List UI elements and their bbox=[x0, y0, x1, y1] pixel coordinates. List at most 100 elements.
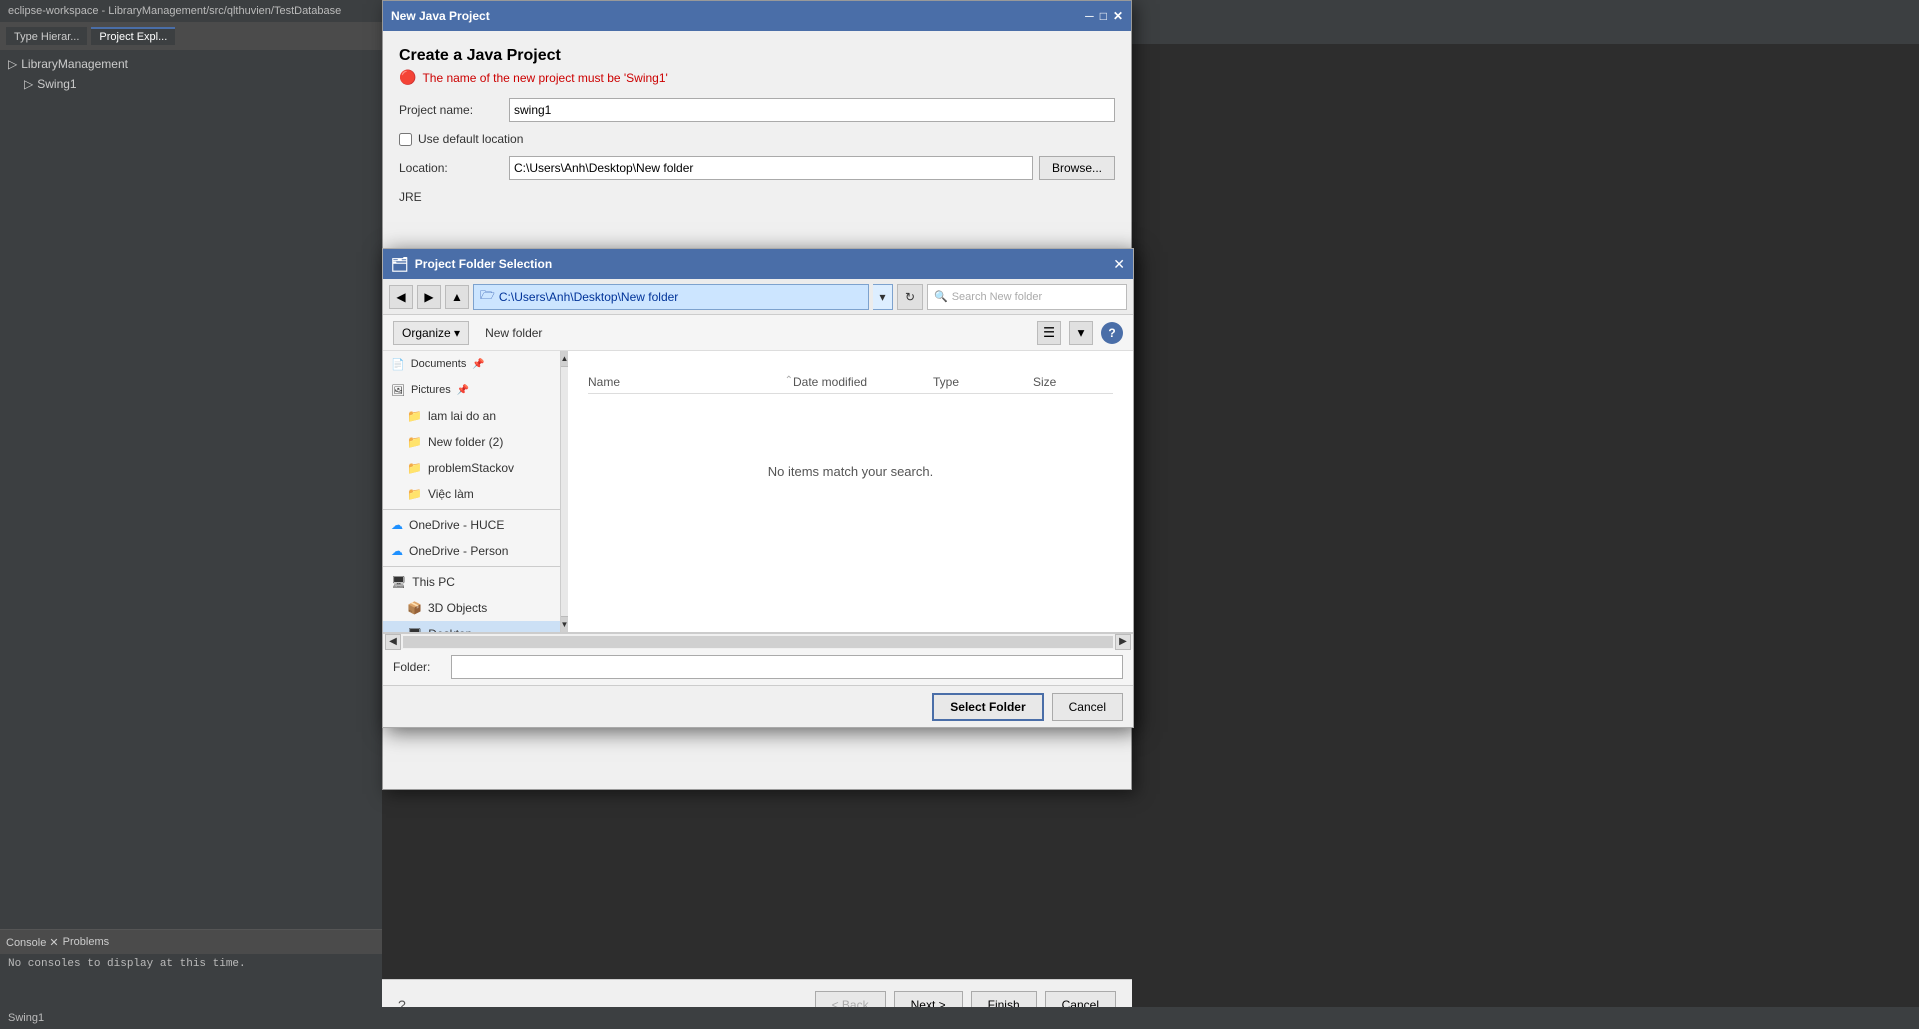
left-nav-onedrive-huce[interactable]: ☁ OneDrive - HUCE bbox=[383, 512, 560, 538]
project-name-row: Project name: bbox=[399, 98, 1115, 122]
eclipse-title: eclipse-workspace - LibraryManagement/sr… bbox=[8, 5, 341, 17]
folder-input-row: Folder: bbox=[383, 649, 1133, 685]
folder-toolbar: ◀ ▶ ▲ 🗁 C:\Users\Anh\Desktop\New folder … bbox=[383, 279, 1133, 315]
cloud-icon-person: ☁ bbox=[391, 544, 403, 558]
folder-name-input[interactable] bbox=[451, 655, 1123, 679]
tab-type-hierarchy[interactable]: Type Hierar... bbox=[6, 27, 87, 45]
refresh-button[interactable]: ↻ bbox=[897, 284, 923, 310]
new-folder-button[interactable]: New folder bbox=[477, 321, 550, 345]
view-options-button[interactable]: ☰ bbox=[1037, 321, 1061, 345]
folder-icon-4: 📁 bbox=[407, 487, 422, 501]
left-nav-lam-lai-do-an[interactable]: 📁 lam lai do an bbox=[383, 403, 560, 429]
new-java-dialog-title: New Java Project ─ □ ✕ bbox=[383, 1, 1131, 31]
address-bar[interactable]: 🗁 C:\Users\Anh\Desktop\New folder bbox=[473, 284, 869, 310]
location-label: Location: bbox=[399, 161, 509, 175]
use-default-location-checkbox[interactable] bbox=[399, 133, 412, 146]
folder-dialog-icon: 🗂 bbox=[391, 256, 409, 273]
scroll-up-arrow[interactable]: ▲ bbox=[561, 351, 568, 367]
folder-icon-2: 📁 bbox=[407, 435, 422, 449]
horizontal-scrollbar[interactable]: ◀ ▶ bbox=[383, 633, 1133, 649]
left-nav-this-pc[interactable]: 🖥 This PC bbox=[383, 569, 560, 595]
left-nav-desktop[interactable]: 🖥 Desktop bbox=[383, 621, 560, 632]
folder-actions-bar: Organize ▾ New folder ☰ ▾ ? bbox=[383, 315, 1133, 351]
left-nav-new-folder-2[interactable]: 📁 New folder (2) bbox=[383, 429, 560, 455]
folder-dialog-buttons: Select Folder Cancel bbox=[383, 685, 1133, 727]
pin-icon-pictures: 📌 bbox=[457, 385, 469, 396]
column-name[interactable]: Name bbox=[588, 375, 785, 389]
scroll-down-arrow[interactable]: ▼ bbox=[561, 616, 568, 632]
left-nav-viec-lam[interactable]: 📁 Việc làm bbox=[383, 481, 560, 507]
console-tab[interactable]: Console ✕ bbox=[6, 936, 59, 949]
this-pc-icon: 🖥 bbox=[391, 575, 406, 589]
desktop-icon: 🖥 bbox=[407, 627, 422, 632]
scroll-left-button[interactable]: ◀ bbox=[385, 634, 401, 650]
project-tree: ▷ LibraryManagement ▷ Swing1 bbox=[0, 50, 382, 98]
address-icon: 🗁 bbox=[480, 286, 495, 307]
jre-section: JRE bbox=[399, 190, 1115, 204]
error-icon: 🔴 bbox=[399, 69, 416, 86]
left-nav-onedrive-person[interactable]: ☁ OneDrive - Person bbox=[383, 538, 560, 564]
column-date[interactable]: Date modified bbox=[793, 375, 933, 389]
status-bar: Swing1 bbox=[0, 1007, 1919, 1029]
side-panel: Type Hierar... Project Expl... ▷ Library… bbox=[0, 22, 382, 1029]
new-java-dialog-close[interactable]: ✕ bbox=[1113, 9, 1123, 23]
folder-dialog-close-button[interactable]: ✕ bbox=[1113, 257, 1125, 271]
3d-objects-icon: 📦 bbox=[407, 601, 422, 615]
folder-selection-dialog: 🗂 Project Folder Selection ✕ ◀ ▶ ▲ 🗁 C:\… bbox=[382, 248, 1134, 728]
organize-button[interactable]: Organize ▾ bbox=[393, 321, 469, 345]
column-headers: Name ⌃ Date modified Type Size bbox=[588, 371, 1113, 394]
search-icon: 🔍 bbox=[934, 290, 948, 303]
default-location-row: Use default location bbox=[399, 132, 1115, 146]
tab-project-explorer[interactable]: Project Expl... bbox=[91, 27, 175, 45]
project-name-input[interactable] bbox=[509, 98, 1115, 122]
left-nav-pictures[interactable]: 🖼 Pictures 📌 bbox=[383, 377, 560, 403]
dialog-error-message: 🔴 The name of the new project must be 'S… bbox=[399, 69, 1115, 86]
folder-icon-3: 📁 bbox=[407, 461, 422, 475]
scroll-right-button[interactable]: ▶ bbox=[1115, 634, 1131, 650]
folder-label: Folder: bbox=[393, 660, 443, 674]
location-input[interactable] bbox=[509, 156, 1033, 180]
no-items-message: No items match your search. bbox=[768, 464, 933, 479]
scroll-track-h bbox=[403, 636, 1113, 648]
side-tab-bar: Type Hierar... Project Expl... bbox=[0, 22, 382, 50]
console-tab-bar: Console ✕ Problems bbox=[0, 930, 382, 954]
left-panel-scrollbar[interactable]: ▲ ▼ bbox=[560, 351, 568, 632]
folder-content-area: Name ⌃ Date modified Type Size No items … bbox=[568, 351, 1133, 632]
left-panel-list: 📄 Documents 📌 🖼 Pictures 📌 📁 lam lai do … bbox=[383, 351, 560, 632]
left-nav-problem-stackov[interactable]: 📁 problemStackov bbox=[383, 455, 560, 481]
address-dropdown-button[interactable]: ▾ bbox=[873, 284, 893, 310]
view-dropdown-button[interactable]: ▾ bbox=[1069, 321, 1093, 345]
tree-item-library-management[interactable]: ▷ LibraryManagement bbox=[4, 54, 378, 74]
column-type[interactable]: Type bbox=[933, 375, 1033, 389]
browse-button[interactable]: Browse... bbox=[1039, 156, 1115, 180]
new-java-dialog-minimize[interactable]: ─ bbox=[1085, 9, 1094, 23]
back-nav-button[interactable]: ◀ bbox=[389, 285, 413, 309]
folder-dialog-title: 🗂 Project Folder Selection ✕ bbox=[383, 249, 1133, 279]
project-name-label: Project name: bbox=[399, 103, 509, 117]
left-nav-panel: 📄 Documents 📌 🖼 Pictures 📌 📁 lam lai do … bbox=[383, 351, 568, 632]
expand-icon: ▷ bbox=[24, 77, 33, 91]
help-button[interactable]: ? bbox=[1101, 322, 1123, 344]
problem-stackov-label: problemStackov bbox=[428, 461, 514, 475]
problems-tab[interactable]: Problems bbox=[63, 936, 109, 948]
3d-objects-label: 3D Objects bbox=[428, 601, 487, 615]
cloud-icon-huce: ☁ bbox=[391, 518, 403, 532]
folder-dialog-cancel-button[interactable]: Cancel bbox=[1052, 693, 1123, 721]
left-nav-3d-objects[interactable]: 📦 3D Objects bbox=[383, 595, 560, 621]
pin-icon: 📌 bbox=[472, 359, 484, 370]
select-folder-button[interactable]: Select Folder bbox=[932, 693, 1043, 721]
expand-icon: ▷ bbox=[8, 57, 17, 71]
scroll-track bbox=[561, 367, 568, 616]
left-nav-documents[interactable]: 📄 Documents 📌 bbox=[383, 351, 560, 377]
new-java-dialog-body: Create a Java Project 🔴 The name of the … bbox=[383, 31, 1131, 220]
search-box[interactable]: 🔍 Search New folder bbox=[927, 284, 1127, 310]
documents-label: Documents bbox=[411, 358, 467, 370]
tree-item-swing1[interactable]: ▷ Swing1 bbox=[4, 74, 378, 94]
documents-icon: 📄 bbox=[391, 358, 405, 371]
sort-arrow: ⌃ bbox=[785, 375, 793, 389]
up-nav-button[interactable]: ▲ bbox=[445, 285, 469, 309]
forward-nav-button[interactable]: ▶ bbox=[417, 285, 441, 309]
pictures-label: Pictures bbox=[411, 384, 451, 396]
new-java-dialog-maximize[interactable]: □ bbox=[1100, 9, 1107, 23]
column-size[interactable]: Size bbox=[1033, 375, 1113, 389]
